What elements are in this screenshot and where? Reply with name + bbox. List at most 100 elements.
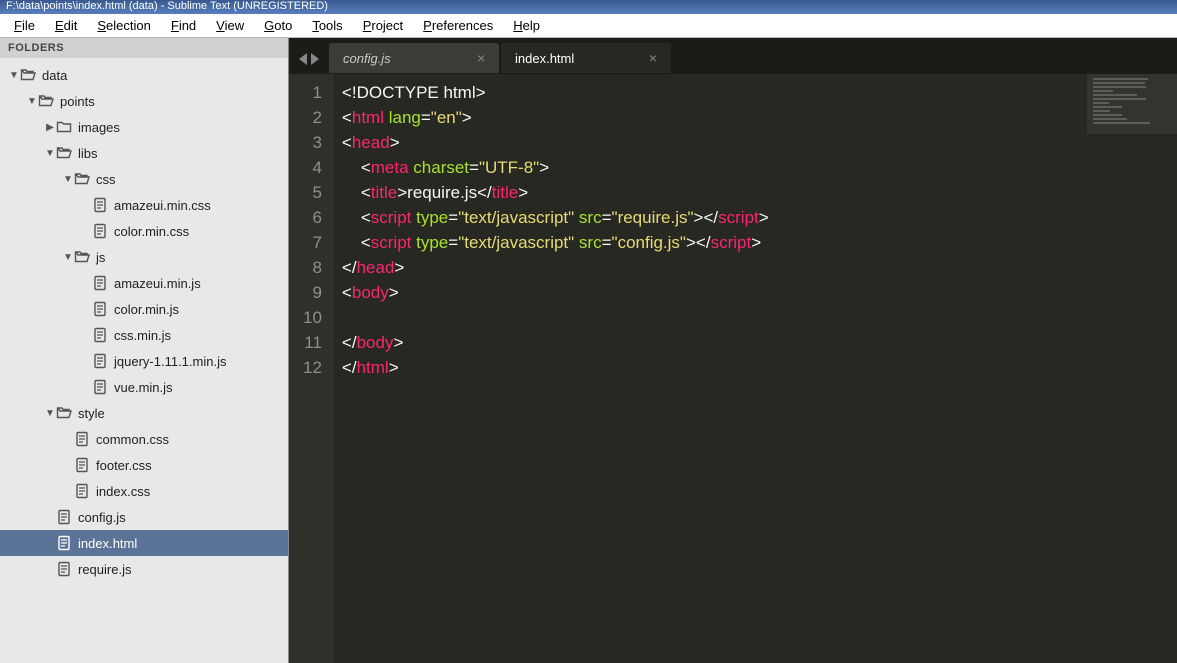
code-line[interactable]: <script type="text/javascript" src="requ… — [342, 205, 769, 230]
code-line[interactable]: </html> — [342, 355, 769, 380]
tree-node-label: jquery-1.11.1.min.js — [114, 354, 226, 369]
code-line[interactable]: <!DOCTYPE html> — [342, 80, 769, 105]
file-icon — [74, 431, 90, 447]
tree-node[interactable]: amazeui.min.css — [0, 192, 288, 218]
code-line[interactable]: </head> — [342, 255, 769, 280]
code-line[interactable] — [342, 305, 769, 330]
folder-open-icon — [38, 93, 54, 109]
tree-node[interactable]: ▼ libs — [0, 140, 288, 166]
menu-goto[interactable]: Goto — [254, 16, 302, 35]
tree-node[interactable]: index.css — [0, 478, 288, 504]
tree-node[interactable]: require.js — [0, 556, 288, 582]
tree-node-label: vue.min.js — [114, 380, 173, 395]
expand-arrow-icon[interactable]: ▼ — [62, 252, 74, 263]
tree-node-label: amazeui.min.js — [114, 276, 201, 291]
file-icon — [56, 535, 72, 551]
menu-selection[interactable]: Selection — [87, 16, 160, 35]
minimap-content — [1093, 78, 1171, 126]
nav-buttons — [295, 53, 329, 73]
file-icon — [92, 379, 108, 395]
tree-node-label: js — [96, 250, 105, 265]
tree-node[interactable]: ▼ points — [0, 88, 288, 114]
expand-arrow-icon[interactable]: ▼ — [44, 148, 56, 159]
expand-arrow-icon[interactable]: ▼ — [8, 70, 20, 81]
code-line[interactable]: <html lang="en"> — [342, 105, 769, 130]
line-number: 10 — [303, 305, 322, 330]
tree-node[interactable]: color.min.css — [0, 218, 288, 244]
tree-node-label: require.js — [78, 562, 131, 577]
sidebar: FOLDERS ▼data▼points▶images▼libs▼cssamaz… — [0, 38, 288, 663]
file-icon — [56, 561, 72, 577]
tree-node-label: css.min.js — [114, 328, 171, 343]
expand-arrow-icon[interactable]: ▶ — [44, 122, 56, 133]
folder-tree[interactable]: ▼data▼points▶images▼libs▼cssamazeui.min.… — [0, 58, 288, 663]
line-number-gutter: 123456789101112 — [289, 74, 334, 663]
menu-file[interactable]: File — [4, 16, 45, 35]
code-line[interactable]: </body> — [342, 330, 769, 355]
close-icon[interactable]: × — [477, 50, 485, 66]
line-number: 12 — [303, 355, 322, 380]
code-lines[interactable]: <!DOCTYPE html><html lang="en"><head> <m… — [334, 74, 769, 663]
tree-node[interactable]: common.css — [0, 426, 288, 452]
close-icon[interactable]: × — [649, 50, 657, 66]
tree-node[interactable]: footer.css — [0, 452, 288, 478]
file-icon — [74, 457, 90, 473]
tree-node[interactable]: jquery-1.11.1.min.js — [0, 348, 288, 374]
code-line[interactable]: <body> — [342, 280, 769, 305]
menu-preferences[interactable]: Preferences — [413, 16, 503, 35]
menu-tools[interactable]: Tools — [302, 16, 352, 35]
tree-node-label: libs — [78, 146, 98, 161]
tab-label: config.js — [343, 51, 391, 66]
menu-view[interactable]: View — [206, 16, 254, 35]
menu-help[interactable]: Help — [503, 16, 550, 35]
code-line[interactable]: <meta charset="UTF-8"> — [342, 155, 769, 180]
tree-node[interactable]: index.html — [0, 530, 288, 556]
tree-node-label: points — [60, 94, 95, 109]
editor-tab[interactable]: index.html× — [501, 43, 671, 73]
nav-forward-icon[interactable] — [311, 53, 319, 65]
tree-node[interactable]: ▶ images — [0, 114, 288, 140]
code-line[interactable]: <head> — [342, 130, 769, 155]
tree-node-label: images — [78, 120, 120, 135]
tree-node[interactable]: vue.min.js — [0, 374, 288, 400]
tree-node[interactable]: config.js — [0, 504, 288, 530]
tree-node[interactable]: color.min.js — [0, 296, 288, 322]
folder-open-icon — [56, 145, 72, 161]
line-number: 6 — [303, 205, 322, 230]
tree-node[interactable]: ▼ css — [0, 166, 288, 192]
tree-node[interactable]: ▼ style — [0, 400, 288, 426]
tree-node-label: color.min.css — [114, 224, 189, 239]
expand-arrow-icon[interactable]: ▼ — [26, 96, 38, 107]
tree-node-label: css — [96, 172, 116, 187]
line-number: 11 — [303, 330, 322, 355]
menu-bar: FileEditSelectionFindViewGotoToolsProjec… — [0, 14, 1177, 38]
tree-node[interactable]: ▼ js — [0, 244, 288, 270]
folder-open-icon — [74, 249, 90, 265]
window-title: F:\data\points\index.html (data) - Subli… — [6, 0, 328, 12]
menu-project[interactable]: Project — [353, 16, 413, 35]
folder-open-icon — [56, 405, 72, 421]
line-number: 4 — [303, 155, 322, 180]
tree-node-label: style — [78, 406, 105, 421]
tree-node-label: index.html — [78, 536, 137, 551]
expand-arrow-icon[interactable]: ▼ — [62, 174, 74, 185]
line-number: 1 — [303, 80, 322, 105]
tree-node[interactable]: css.min.js — [0, 322, 288, 348]
menu-edit[interactable]: Edit — [45, 16, 87, 35]
editor-area: config.js×index.html× 123456789101112 <!… — [288, 38, 1177, 663]
line-number: 7 — [303, 230, 322, 255]
code-editor[interactable]: 123456789101112 <!DOCTYPE html><html lan… — [289, 74, 1177, 663]
line-number: 2 — [303, 105, 322, 130]
tree-node[interactable]: ▼data — [0, 62, 288, 88]
code-line[interactable]: <script type="text/javascript" src="conf… — [342, 230, 769, 255]
editor-tab[interactable]: config.js × — [329, 43, 499, 73]
file-icon — [92, 275, 108, 291]
code-line[interactable]: <title>require.js</title> — [342, 180, 769, 205]
nav-back-icon[interactable] — [299, 53, 307, 65]
expand-arrow-icon[interactable]: ▼ — [44, 408, 56, 419]
tree-node-label: config.js — [78, 510, 126, 525]
menu-find[interactable]: Find — [161, 16, 206, 35]
tree-node[interactable]: amazeui.min.js — [0, 270, 288, 296]
minimap[interactable] — [1087, 74, 1177, 663]
tree-node-label: common.css — [96, 432, 169, 447]
